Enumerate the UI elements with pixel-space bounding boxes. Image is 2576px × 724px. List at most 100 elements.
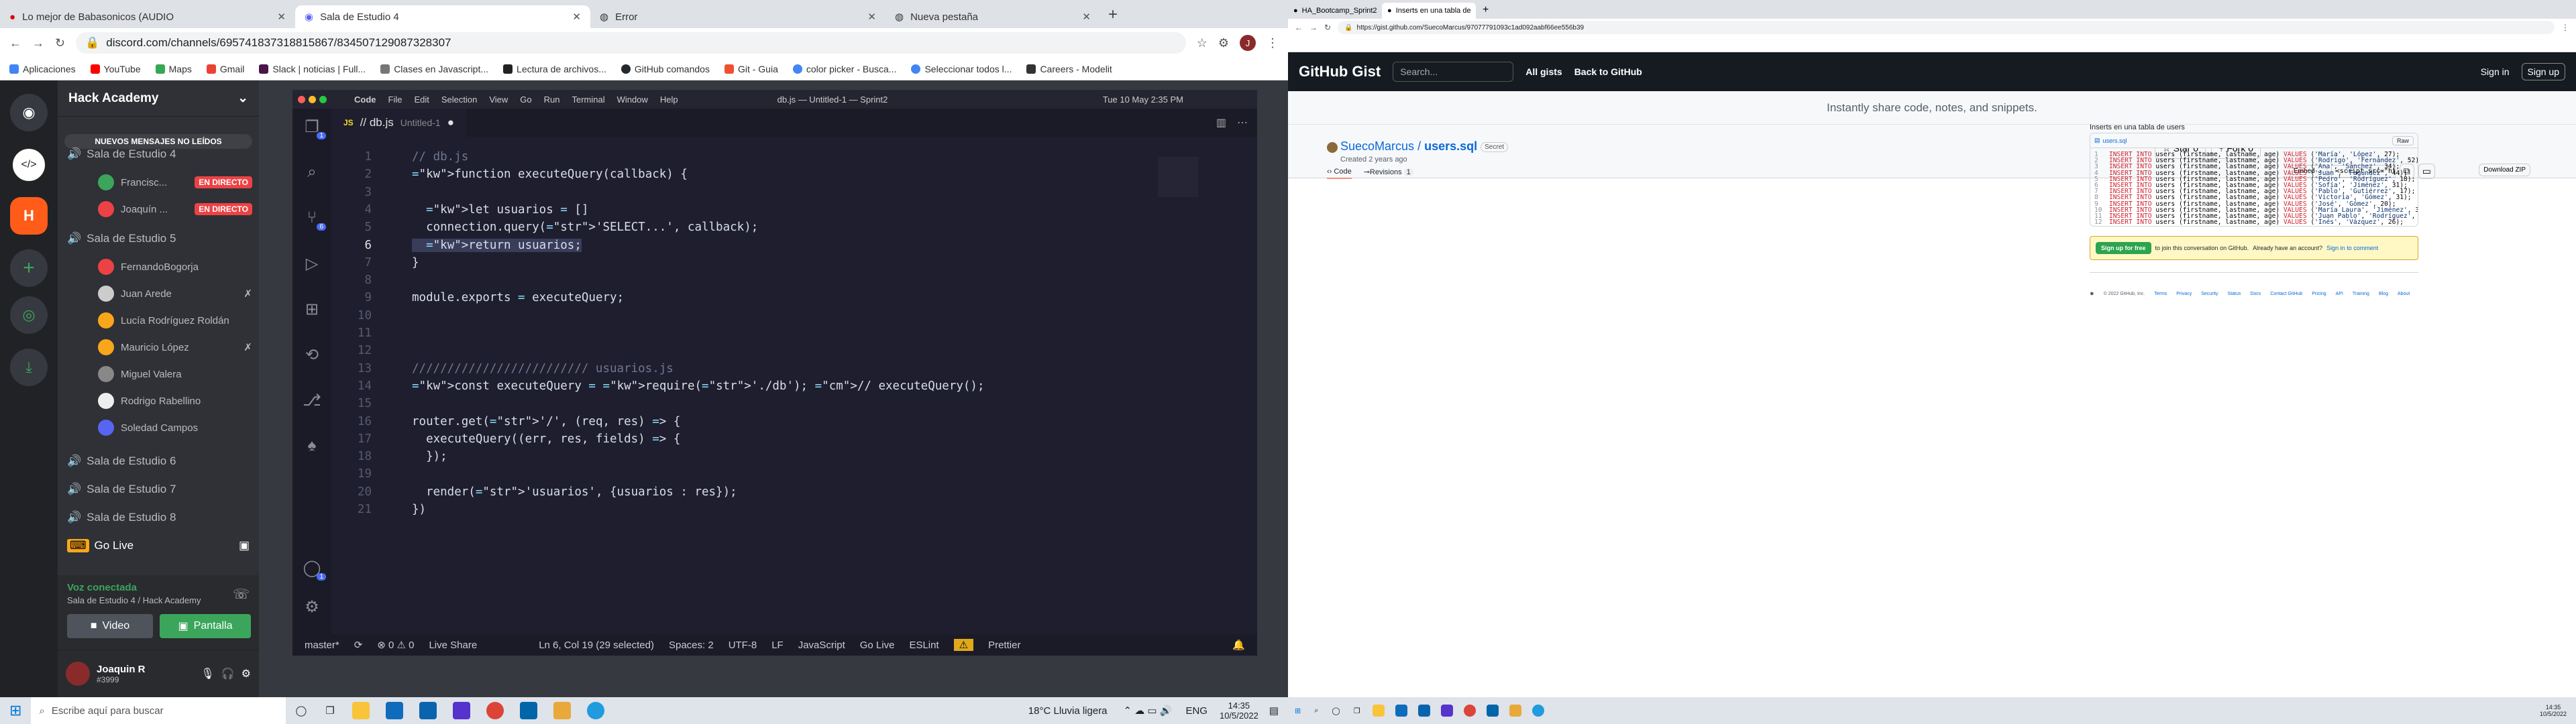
bookmark-4[interactable]: Slack | noticias | Full... bbox=[259, 64, 366, 74]
folder-icon[interactable] bbox=[1509, 705, 1521, 717]
video-button[interactable]: ■ Video bbox=[67, 614, 153, 638]
file-code[interactable]: 1 INSERT INTO users (firstname, lastname,… bbox=[2090, 148, 2418, 226]
bookmark-6[interactable]: Lectura de archivos... bbox=[503, 64, 606, 74]
chrome-icon[interactable] bbox=[486, 702, 504, 719]
close-icon[interactable]: ✕ bbox=[277, 11, 286, 23]
footer-link[interactable]: Training bbox=[2353, 292, 2369, 296]
explorer-icon[interactable]: ❐ 1 bbox=[302, 117, 326, 139]
disconnect-icon[interactable]: ☏ bbox=[233, 586, 250, 603]
owner-link[interactable]: SuecoMarcus bbox=[1340, 139, 1414, 153]
channel-sala-7[interactable]: 🔊 Sala de Estudio 7 bbox=[67, 483, 176, 496]
desktop-icon[interactable]: ▭ bbox=[2418, 164, 2435, 179]
cortana-icon[interactable]: ◯ bbox=[1332, 707, 1340, 715]
golive-status[interactable]: Go Live bbox=[860, 640, 895, 651]
close-icon[interactable]: ✕ bbox=[1082, 11, 1091, 23]
voice-user-5[interactable]: Rodrigo Rabellino bbox=[98, 393, 252, 409]
close-icon[interactable]: ✕ bbox=[867, 11, 876, 23]
language-status[interactable]: JavaScript bbox=[798, 640, 845, 651]
file-explorer-icon[interactable] bbox=[352, 702, 370, 719]
taskbar-search[interactable]: ⌕ Escribe aquí para buscar bbox=[31, 697, 286, 724]
mongodb-icon[interactable]: ♠ bbox=[302, 436, 322, 456]
bookmark-3[interactable]: Gmail bbox=[206, 64, 244, 74]
menu-view[interactable]: View bbox=[489, 95, 508, 105]
eslint-status[interactable]: ESLint bbox=[909, 640, 938, 651]
eol-status[interactable]: LF bbox=[771, 640, 784, 651]
footer-link[interactable]: Contact GitHub bbox=[2270, 292, 2302, 296]
nav-all-gists[interactable]: All gists bbox=[1525, 66, 1562, 77]
bookmark-1[interactable]: YouTube bbox=[90, 64, 141, 74]
source-control-icon[interactable]: ⑂ 6 bbox=[302, 208, 326, 231]
gitlens-icon[interactable]: ⎇ bbox=[302, 390, 322, 410]
menu-window[interactable]: Window bbox=[617, 95, 648, 105]
run-debug-icon[interactable]: ▷ bbox=[302, 253, 322, 274]
voice-location[interactable]: Sala de Estudio 4 / Hack Academy bbox=[67, 595, 201, 605]
store-icon[interactable] bbox=[385, 702, 403, 719]
app-icon[interactable] bbox=[1440, 705, 1453, 717]
vscode-icon[interactable] bbox=[519, 702, 537, 719]
new-messages-banner[interactable]: NUEVOS MENSAJES NO LEÍDOS bbox=[64, 134, 252, 149]
tab-0[interactable]: ●HA_Bootcamp_Sprint2_Ejercicio bbox=[1288, 3, 1382, 19]
bookmark-5[interactable]: Clases en Javascript... bbox=[380, 64, 488, 74]
footer-link[interactable]: Status bbox=[2228, 292, 2241, 296]
go-live-row[interactable]: ⌨ Go Live ▣ bbox=[67, 539, 250, 552]
prettier-status[interactable]: Prettier bbox=[988, 640, 1020, 651]
bookmark-10[interactable]: Seleccionar todos l... bbox=[911, 64, 1012, 74]
cortana-icon[interactable]: ◯ bbox=[295, 705, 307, 717]
editor-tab-db-js[interactable]: JS// db.js Untitled-1 ● bbox=[331, 109, 466, 137]
back-icon[interactable]: ← bbox=[9, 36, 21, 50]
footer-link[interactable]: Security bbox=[2201, 292, 2218, 296]
language-indicator[interactable]: ENG bbox=[1185, 705, 1208, 717]
sign-in-link[interactable]: Sign in bbox=[2481, 66, 2510, 77]
mic-icon[interactable]: 🎙 bbox=[201, 667, 214, 680]
profile-avatar[interactable]: J bbox=[1240, 35, 1256, 51]
menu-run[interactable]: Run bbox=[544, 95, 560, 105]
task-view-icon[interactable]: ❐ bbox=[1354, 707, 1360, 715]
maximize-window-icon[interactable] bbox=[319, 96, 327, 103]
problems-status[interactable]: ⊗ 0 ⚠ 0 bbox=[377, 639, 414, 651]
account-icon[interactable]: ◯ 1 bbox=[302, 558, 326, 581]
add-server-icon[interactable]: + bbox=[10, 249, 48, 287]
mail-icon[interactable] bbox=[1417, 705, 1430, 717]
gear-icon[interactable]: ⚙ bbox=[241, 667, 251, 680]
server-header[interactable]: Hack Academy ⌄ bbox=[58, 80, 259, 117]
sign-up-button[interactable]: Sign up bbox=[2521, 63, 2565, 80]
unsaved-dot-icon[interactable]: ● bbox=[447, 116, 454, 129]
voice-user-1[interactable]: Juan Arede ✗ bbox=[98, 286, 252, 302]
notifications-icon[interactable]: 🔔 bbox=[1232, 639, 1245, 651]
server-icon[interactable]: </> bbox=[10, 146, 48, 184]
taskbar-clock[interactable]: 14:35 10/5/2022 bbox=[1220, 701, 1258, 721]
voice-user-4[interactable]: Miguel Valera bbox=[98, 366, 252, 382]
reload-icon[interactable]: ↻ bbox=[55, 36, 65, 50]
omnibox[interactable]: 🔒 discord.com/channels/695741837318815867… bbox=[76, 32, 1186, 54]
menu-help[interactable]: Help bbox=[660, 95, 678, 105]
download-icon[interactable]: ⤓ bbox=[10, 349, 48, 386]
bookmark-8[interactable]: Git - Guia bbox=[724, 64, 778, 74]
channel-sala-5[interactable]: 🔊 Sala de Estudio 5 bbox=[67, 232, 176, 245]
footer-link[interactable]: API bbox=[2336, 292, 2343, 296]
forward-icon[interactable]: → bbox=[1309, 23, 1318, 32]
hack-academy-server-icon[interactable]: H bbox=[10, 197, 48, 235]
extensions-icon[interactable]: ⊞ bbox=[302, 299, 322, 319]
close-window-icon[interactable] bbox=[298, 96, 305, 103]
footer-link[interactable]: Pricing bbox=[2312, 292, 2326, 296]
owner-avatar[interactable] bbox=[1327, 142, 1338, 153]
channel-sala-6[interactable]: 🔊 Sala de Estudio 6 bbox=[67, 455, 176, 468]
voice-user-3[interactable]: Mauricio López ✗ bbox=[98, 339, 252, 355]
remote-icon[interactable]: ⟲ bbox=[302, 345, 322, 365]
new-tab-button[interactable]: + bbox=[1483, 4, 1489, 16]
channel-sala-8[interactable]: 🔊 Sala de Estudio 8 bbox=[67, 511, 176, 524]
edge-icon[interactable] bbox=[586, 702, 604, 719]
mail-icon[interactable] bbox=[419, 702, 437, 719]
tab-3[interactable]: ◍ Nueva pestaña ✕ bbox=[885, 5, 1100, 28]
voice-user-2[interactable]: Lucía Rodríguez Roldán bbox=[98, 312, 252, 328]
raw-button[interactable]: Raw bbox=[2392, 135, 2414, 145]
menu-file[interactable]: File bbox=[388, 95, 402, 105]
search-icon[interactable]: ⌕ bbox=[302, 162, 322, 182]
extensions-icon[interactable]: ⚙ bbox=[1218, 36, 1229, 50]
download-zip-button[interactable]: Download ZIP bbox=[2479, 164, 2530, 176]
explore-icon[interactable]: ◎ bbox=[10, 296, 48, 334]
menu-edit[interactable]: Edit bbox=[414, 95, 429, 105]
tab-code[interactable]: ‹› Code bbox=[1327, 168, 1352, 179]
file-link[interactable]: users.sql bbox=[1424, 139, 1477, 153]
channel-sala-4[interactable]: 🔊 Sala de Estudio 4 bbox=[67, 147, 176, 161]
